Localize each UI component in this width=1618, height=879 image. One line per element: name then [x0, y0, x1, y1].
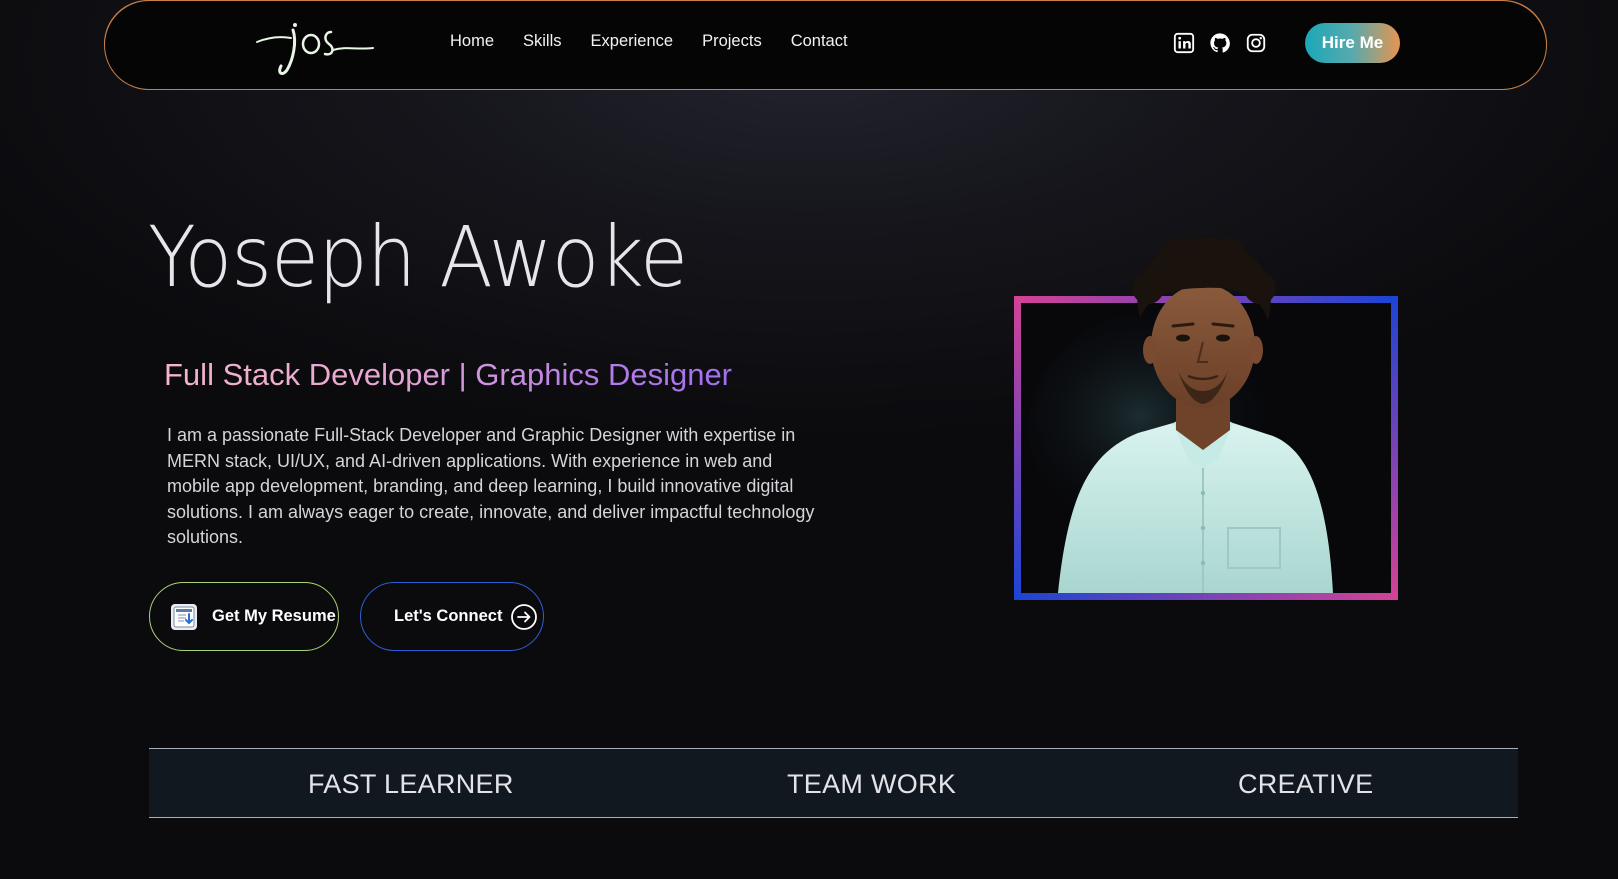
svg-text:jos: jos [253, 20, 273, 24]
arrow-right-circle-icon [511, 603, 538, 630]
trait-creative: CREATIVE [1238, 769, 1374, 799]
trait-team-work: TEAM WORK [787, 769, 957, 799]
hire-me-button[interactable]: Hire Me [1305, 23, 1400, 63]
lets-connect-label: Let's Connect [394, 607, 503, 625]
nav-links: Home Skills Experience Projects Contact [450, 32, 848, 51]
nav-link-home[interactable]: Home [450, 32, 494, 51]
traits-strip: FAST LEARNER TEAM WORK CREATIVE [149, 748, 1518, 818]
page: jos Home Skills Experience Projects Cont… [0, 0, 1618, 879]
profile-photo [1028, 238, 1333, 593]
resume-download-icon [171, 603, 197, 630]
nav-link-projects[interactable]: Projects [702, 32, 762, 51]
linkedin-icon[interactable] [1173, 32, 1195, 54]
lets-connect-button[interactable]: Let's Connect [360, 582, 544, 651]
nav-link-contact[interactable]: Contact [791, 32, 848, 51]
navbar: jos Home Skills Experience Projects Cont… [103, 0, 1547, 90]
hero-description: I am a passionate Full-Stack Developer a… [167, 425, 815, 547]
github-icon[interactable] [1209, 32, 1231, 54]
social-links [1173, 32, 1267, 54]
hero-title: Full Stack Developer | Graphics Designer [164, 357, 733, 392]
nav-link-skills[interactable]: Skills [523, 32, 562, 51]
instagram-icon[interactable] [1245, 32, 1267, 54]
get-resume-label: Get My Resume [212, 607, 336, 625]
hero-name: Yoseph Awoke [148, 208, 688, 306]
logo[interactable]: jos [253, 20, 377, 78]
nav-link-experience[interactable]: Experience [591, 32, 674, 51]
trait-fast-learner: FAST LEARNER [308, 769, 514, 799]
get-resume-button[interactable]: Get My Resume [149, 582, 339, 651]
